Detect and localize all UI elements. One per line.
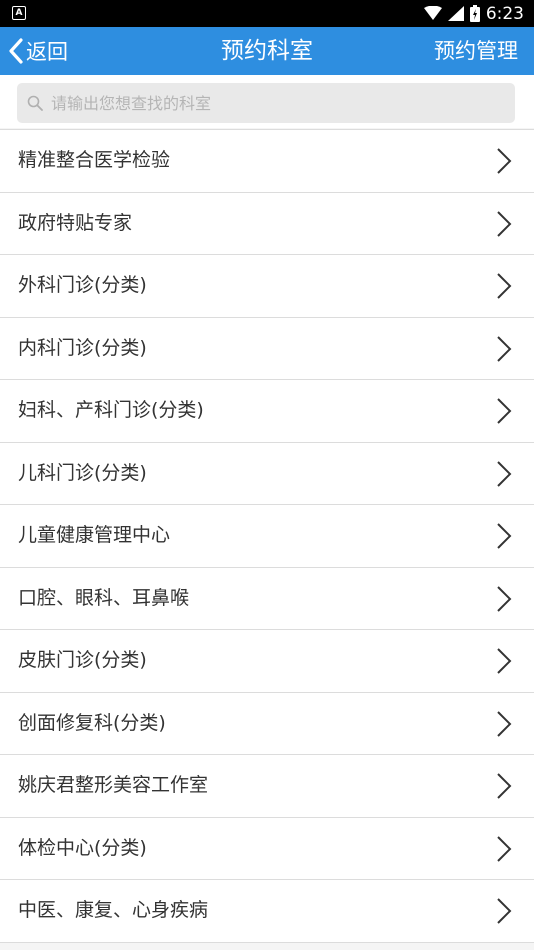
department-item[interactable]: 创面修复科(分类): [0, 692, 534, 755]
department-label: 外科门诊(分类): [18, 274, 147, 296]
department-item[interactable]: 儿童健康管理中心: [0, 505, 534, 568]
appointment-manage-button[interactable]: 预约管理: [434, 27, 518, 75]
department-label: 中医、康复、心身疾病: [18, 899, 209, 921]
search-box[interactable]: [17, 83, 515, 123]
chevron-right-icon: [497, 460, 512, 487]
chevron-right-icon: [497, 648, 512, 674]
department-item[interactable]: 政府特贴专家: [0, 192, 534, 255]
chevron-right-icon: [497, 523, 512, 549]
department-item[interactable]: 妇科、产科门诊(分类): [0, 380, 534, 443]
chevron-right-icon: [497, 148, 512, 174]
department-label: 政府特贴专家: [18, 211, 133, 234]
department-label: 体检中心(分类): [18, 836, 147, 859]
department-item[interactable]: 口腔、眼科、耳鼻喉: [0, 567, 534, 630]
department-item[interactable]: 中医、康复、心身疾病: [0, 880, 534, 943]
department-item[interactable]: 精准整合医学检验: [0, 130, 534, 193]
department-label: 口腔、眼科、耳鼻喉: [18, 586, 190, 609]
department-label: 儿科门诊(分类): [18, 461, 147, 484]
department-label: 精准整合医学检验: [18, 149, 171, 171]
chevron-right-icon: [497, 710, 512, 737]
department-item[interactable]: 儿科门诊(分类): [0, 442, 534, 505]
chevron-right-icon: [497, 398, 512, 424]
department-item[interactable]: 姚庆君整形美容工作室: [0, 755, 534, 818]
department-item[interactable]: 内科门诊(分类): [0, 317, 534, 380]
search-area: [0, 75, 534, 128]
department-item[interactable]: 外科门诊(分类): [0, 255, 534, 318]
chevron-right-icon: [497, 773, 512, 799]
department-item[interactable]: 皮肤门诊(分类): [0, 630, 534, 693]
battery-icon: [469, 5, 480, 22]
department-label: 妇科、产科门诊(分类): [18, 399, 204, 421]
department-label: 儿童健康管理中心: [18, 524, 171, 546]
chevron-right-icon: [497, 273, 512, 299]
status-time: 6:23: [485, 3, 524, 24]
status-bar: A 6:23: [0, 0, 534, 27]
chevron-right-icon: [497, 585, 512, 612]
department-list: 精准整合医学检验 政府特贴专家 外科门诊(分类) 内科门诊(分类) 妇科、产科门…: [0, 129, 534, 943]
department-label: 内科门诊(分类): [18, 336, 147, 359]
wifi-icon: [423, 6, 442, 20]
app-notification-icon: A: [12, 6, 26, 20]
department-label: 姚庆君整形美容工作室: [18, 774, 209, 796]
chevron-right-icon: [497, 898, 512, 924]
chevron-right-icon: [497, 335, 512, 362]
search-input[interactable]: [49, 92, 493, 114]
department-label: 皮肤门诊(分类): [18, 649, 147, 671]
search-icon: [27, 95, 43, 111]
chevron-right-icon: [497, 210, 512, 237]
status-indicators: 6:23: [423, 0, 524, 27]
cell-signal-icon: [447, 6, 464, 21]
chevron-right-icon: [497, 835, 512, 862]
department-label: 创面修复科(分类): [18, 711, 166, 734]
department-item[interactable]: 体检中心(分类): [0, 817, 534, 880]
nav-bar: 返回 预约科室 预约管理: [0, 27, 534, 75]
